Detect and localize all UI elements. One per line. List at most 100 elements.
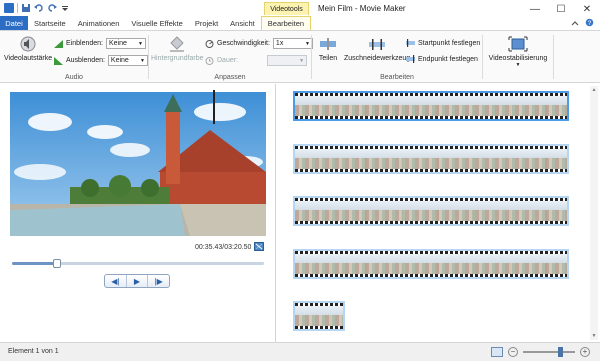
seek-bar[interactable] (12, 259, 264, 268)
group-label-audio: Audio (65, 74, 83, 81)
thumbnail-size-icon[interactable] (491, 347, 503, 357)
contextual-tab-header: Videotools (264, 2, 309, 15)
save-icon[interactable] (21, 3, 31, 13)
group-label-adjust: Anpassen (214, 74, 246, 81)
fade-out-label: Ausblenden: (66, 57, 105, 64)
video-preview[interactable] (10, 92, 266, 236)
video-stabilization-label: Videostabilisierung (488, 55, 548, 62)
play-button[interactable]: ▶ (127, 275, 149, 287)
trim-tool-button[interactable]: Zuschneidewerkzeug (344, 35, 410, 62)
tab-projekt[interactable]: Projekt (189, 16, 224, 30)
duration-row: Dauer: ▼ (205, 55, 308, 66)
tab-ansicht[interactable]: Ansicht (224, 16, 261, 30)
preview-pane: 00:35.43/03:20.50 ◀| ▶ |▶ (0, 84, 276, 342)
status-bar: Element 1 von 1 − + (0, 342, 600, 361)
speed-row: Geschwindigkeit: 1x ▼ (205, 38, 313, 49)
help-icon[interactable]: ? (585, 18, 594, 29)
set-start-label: Startpunkt festlegen (418, 39, 481, 47)
next-frame-button[interactable]: |▶ (148, 275, 169, 287)
ribbon: Videolautstärke Einblenden: Keine ▼ Ausbl… (0, 31, 600, 83)
speed-label: Geschwindigkeit: (217, 40, 270, 47)
start-point-icon (406, 39, 415, 47)
clip-strip-5[interactable] (293, 301, 345, 331)
collapse-ribbon-icon[interactable] (571, 19, 579, 28)
speaker-icon (20, 36, 36, 52)
fade-in-label: Einblenden: (66, 40, 103, 47)
duration-input[interactable]: ▼ (267, 55, 308, 66)
chevron-down-icon: ▼ (138, 40, 143, 47)
playback-controls: ◀| ▶ |▶ (104, 274, 170, 288)
chevron-down-icon: ▼ (139, 57, 145, 64)
speed-value: 1x (275, 40, 284, 47)
redo-icon[interactable] (47, 3, 57, 13)
trim-icon (369, 39, 386, 50)
fade-out-value: Keine (110, 57, 129, 64)
clip-strip-2[interactable] (293, 144, 569, 174)
chevron-down-icon: ▼ (304, 40, 310, 47)
tab-startseite[interactable]: Startseite (28, 16, 72, 30)
video-volume-button[interactable]: Videolautstärke (4, 35, 52, 62)
playback-time: 00:35.43/03:20.50 (195, 244, 252, 251)
ribbon-controls: ? (571, 16, 600, 30)
group-separator (553, 35, 554, 79)
group-adjust: Hintergrundfarbe Geschwindigkeit: 1x ▼ Da… (149, 31, 313, 83)
split-label: Teilen (318, 55, 338, 62)
fade-out-icon (54, 56, 63, 65)
tab-visuelle-effekte[interactable]: Visuelle Effekte (125, 16, 188, 30)
clip-strip-1[interactable] (293, 91, 569, 121)
split-icon (320, 38, 336, 50)
tab-animationen[interactable]: Animationen (72, 16, 126, 30)
speed-dropdown[interactable]: 1x ▼ (272, 38, 313, 49)
stabilization-icon (508, 36, 528, 52)
group-label-edit: Bearbeiten (380, 74, 414, 81)
tab-datei[interactable]: Datei (0, 16, 28, 30)
fade-in-value: Keine (108, 40, 127, 47)
video-volume-label: Videolautstärke (4, 55, 53, 62)
end-point-icon (406, 55, 415, 63)
trim-tool-label: Zuschneidewerkzeug (344, 55, 411, 62)
fade-in-row: Einblenden: Keine ▼ (54, 38, 146, 49)
undo-icon[interactable] (34, 3, 44, 13)
status-text: Element 1 von 1 (8, 348, 59, 355)
qat-separator (17, 3, 18, 13)
background-color-button[interactable]: Hintergrundfarbe (151, 35, 204, 62)
storyboard-scrollbar[interactable]: ▲ ▼ (590, 86, 598, 340)
seek-progress (12, 262, 58, 265)
duration-label: Dauer: (217, 57, 239, 64)
ribbon-tabs: Datei Startseite Animationen Visuelle Ef… (0, 16, 600, 31)
fade-out-dropdown[interactable]: Keine ▼ (107, 55, 148, 66)
set-end-button[interactable]: Endpunkt festlegen (406, 55, 478, 63)
window-title: Mein Film - Movie Maker (318, 4, 406, 13)
app-icon[interactable] (4, 3, 14, 13)
previous-frame-button[interactable]: ◀| (105, 275, 127, 287)
fade-in-icon (54, 39, 63, 48)
fade-in-dropdown[interactable]: Keine ▼ (105, 38, 146, 49)
set-start-button[interactable]: Startpunkt festlegen (406, 39, 480, 47)
split-button[interactable]: Teilen (318, 35, 338, 62)
chevron-down-icon: ▼ (515, 62, 521, 68)
timeline-playhead[interactable] (213, 90, 215, 124)
scroll-up-icon[interactable]: ▲ (590, 86, 598, 94)
group-edit: Teilen Zuschneidewerkzeug Startpunkt fes… (312, 31, 482, 83)
clock-icon (205, 56, 214, 65)
fade-out-row: Ausblenden: Keine ▼ (54, 55, 148, 66)
video-stabilization-button[interactable]: Videostabilisierung ▼ (487, 35, 549, 68)
zoom-in-button[interactable]: + (580, 347, 590, 357)
set-end-label: Endpunkt festlegen (418, 55, 478, 63)
chevron-down-icon: ▼ (299, 57, 305, 64)
zoom-slider[interactable] (523, 347, 575, 357)
svg-text:?: ? (588, 20, 592, 27)
quick-access-toolbar (4, 3, 70, 13)
zoom-slider-thumb[interactable] (558, 347, 564, 357)
preview-image (10, 92, 266, 236)
seek-thumb[interactable] (53, 259, 62, 268)
customize-icon[interactable] (60, 3, 70, 13)
clip-strip-4[interactable] (293, 249, 569, 279)
fullscreen-button[interactable] (254, 242, 264, 251)
group-audio: Videolautstärke Einblenden: Keine ▼ Ausbl… (0, 31, 148, 83)
tab-bearbeiten[interactable]: Bearbeiten (260, 16, 312, 30)
clip-strip-3[interactable] (293, 196, 569, 226)
background-color-label: Hintergrundfarbe (151, 55, 204, 62)
zoom-out-button[interactable]: − (508, 347, 518, 357)
scroll-down-icon[interactable]: ▼ (590, 332, 598, 340)
